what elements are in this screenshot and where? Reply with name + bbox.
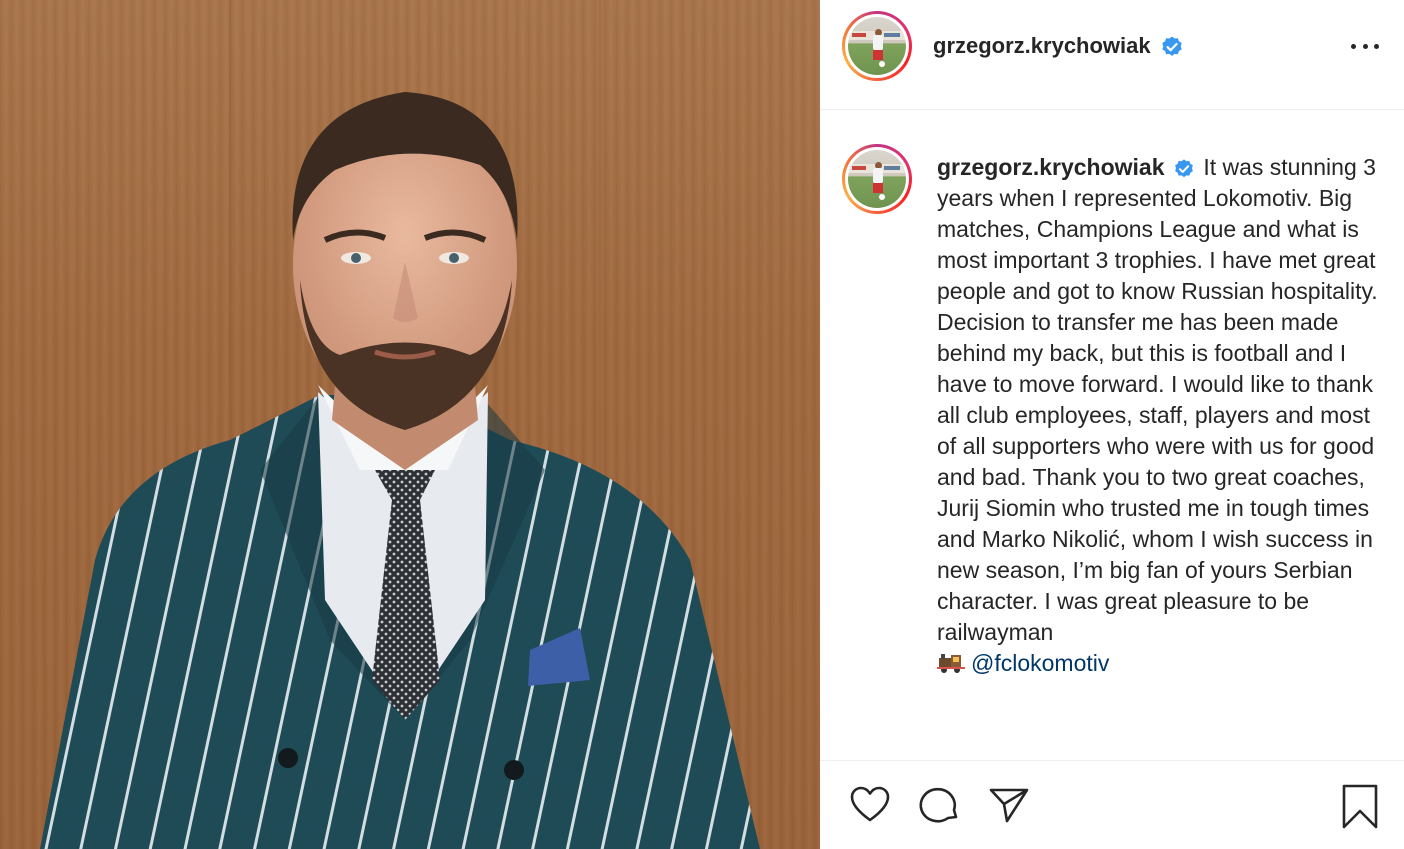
post-photo[interactable] bbox=[0, 0, 820, 849]
verified-badge-icon bbox=[1175, 159, 1193, 178]
profile-avatar[interactable] bbox=[842, 11, 912, 81]
mention-link[interactable]: @fclokomotiv bbox=[971, 650, 1109, 676]
paper-plane-icon[interactable] bbox=[987, 783, 1031, 827]
post-caption: grzegorz.krychowiak It was stunning 3 ye… bbox=[937, 152, 1382, 679]
post-actions-bar bbox=[820, 760, 1404, 849]
caption-avatar-image bbox=[848, 150, 906, 208]
post-header: grzegorz.krychowiak bbox=[820, 0, 1404, 110]
post-side-panel: grzegorz.krychowiak grzegorz.krychowiak bbox=[820, 0, 1404, 849]
portrait-illustration bbox=[40, 0, 760, 849]
header-username-link[interactable]: grzegorz.krychowiak bbox=[933, 33, 1184, 59]
caption-username[interactable]: grzegorz.krychowiak bbox=[937, 154, 1165, 180]
avatar-image bbox=[848, 17, 906, 75]
verified-badge-icon bbox=[1162, 36, 1182, 57]
header-username[interactable]: grzegorz.krychowiak bbox=[933, 33, 1151, 58]
train-emoji bbox=[937, 654, 965, 673]
bookmark-icon[interactable] bbox=[1338, 783, 1382, 831]
caption-text: It was stunning 3 years when I represent… bbox=[937, 154, 1378, 645]
heart-icon[interactable] bbox=[848, 783, 892, 827]
caption-avatar[interactable] bbox=[842, 144, 912, 214]
comment-icon[interactable] bbox=[918, 783, 962, 827]
more-options-icon[interactable] bbox=[1351, 36, 1379, 56]
comments-area: grzegorz.krychowiak It was stunning 3 ye… bbox=[820, 111, 1404, 759]
